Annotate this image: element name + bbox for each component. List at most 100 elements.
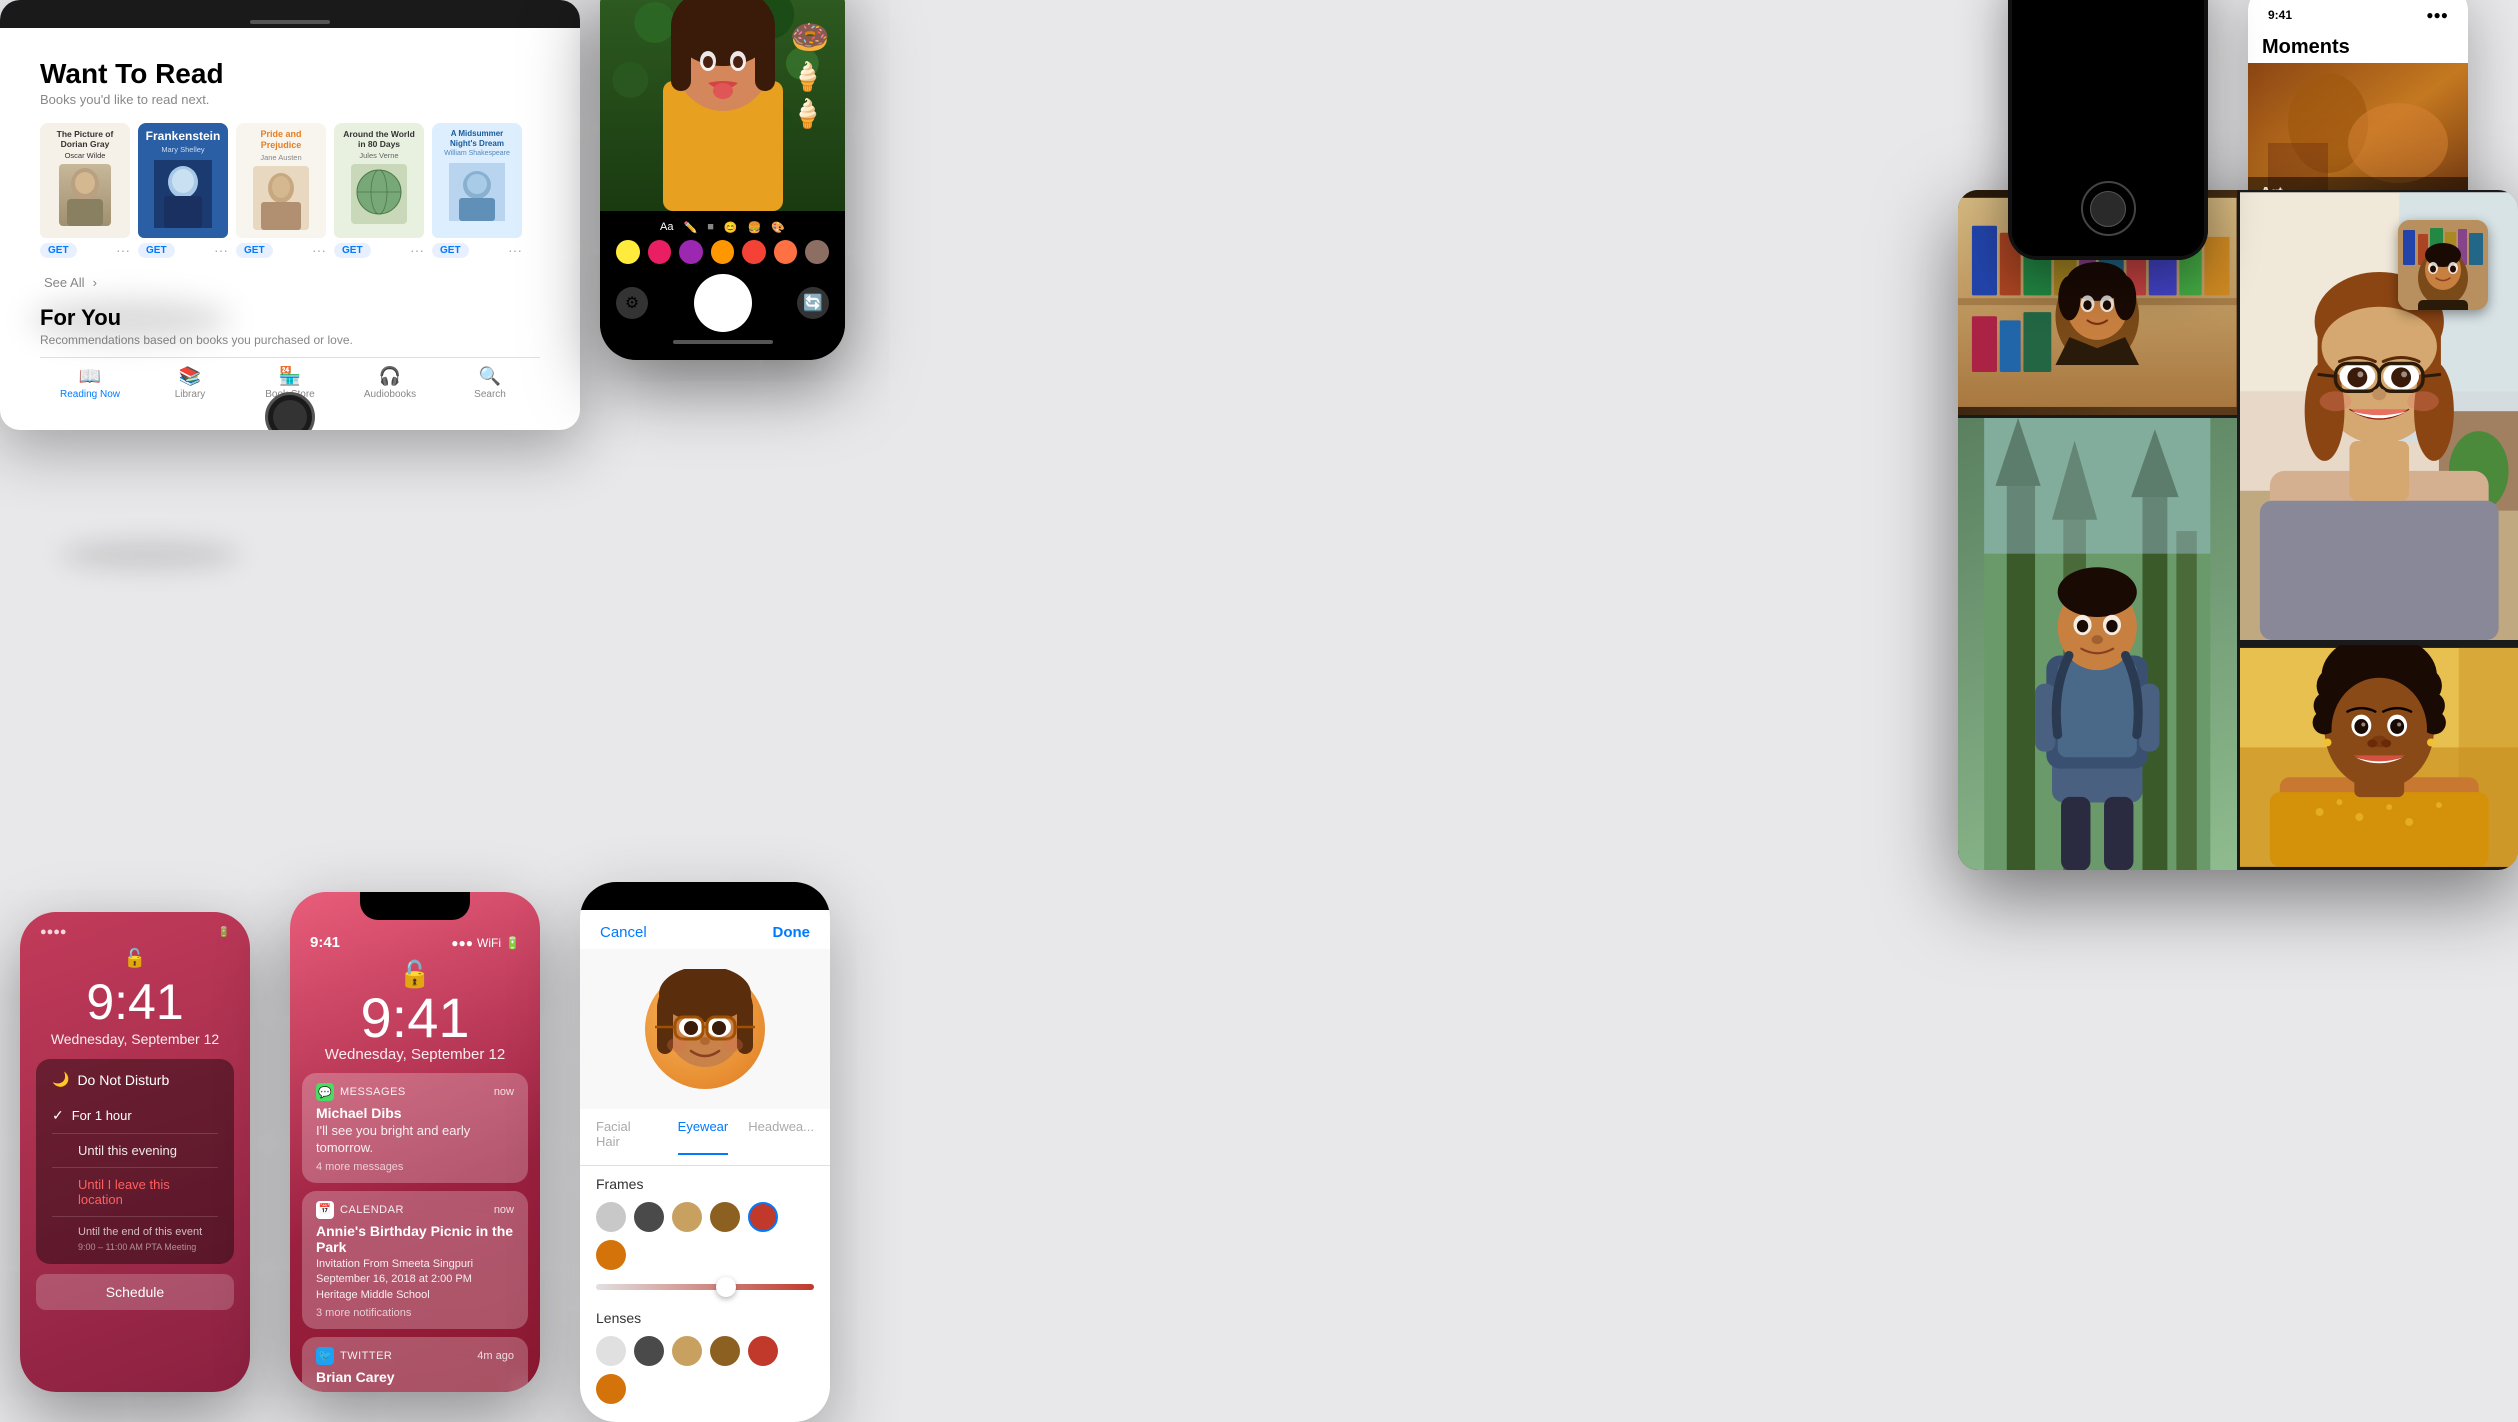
wifi-icon: WiFi: [477, 936, 501, 950]
iphone-partial-right-device: [2008, 0, 2208, 260]
notif-twitter-card[interactable]: 🐦 TWITTER 4m ago Brian Carey: [302, 1337, 528, 1392]
signal-icon: ●●●: [451, 936, 473, 950]
memoji-nav: Cancel Done: [580, 910, 830, 949]
dnd-option-leave[interactable]: Until I leave this location: [52, 1168, 218, 1217]
filter-draw[interactable]: ✏️: [684, 221, 698, 234]
filter-text[interactable]: Aa: [660, 221, 673, 234]
filter-purple[interactable]: [679, 240, 703, 264]
frame-color-silver[interactable]: [596, 1202, 626, 1232]
notif-calendar-card[interactable]: 📅 CALENDAR now Annie's Birthday Picnic i…: [302, 1191, 528, 1329]
filter-orange[interactable]: [711, 240, 735, 264]
lens-color-gold[interactable]: [672, 1336, 702, 1366]
filter-emoji[interactable]: 😊: [724, 221, 738, 234]
home-indicator: [673, 340, 773, 344]
search-icon: 🔍: [479, 366, 501, 387]
book-card-world[interactable]: Around the World in 80 Days Jules Verne …: [334, 123, 424, 262]
get-btn-2[interactable]: GET: [138, 243, 175, 258]
book-author-2: Mary Shelley: [161, 145, 204, 154]
book-card-dorian[interactable]: The Picture of Dorian Gray Oscar Wilde G…: [40, 123, 130, 262]
memoji-tab-eyewear[interactable]: Eyewear: [678, 1119, 729, 1155]
book-title-1: The Picture of Dorian Gray: [46, 129, 124, 149]
facetime-tile-4: [2240, 645, 2518, 870]
book-author-1: Oscar Wilde: [65, 151, 106, 160]
iphone-notifications-device: 9:41 ●●● WiFi 🔋 🔓 9:41 Wednesday, Septem…: [290, 892, 540, 1392]
lens-color-red[interactable]: [748, 1336, 778, 1366]
get-btn-5[interactable]: GET: [432, 243, 469, 258]
frame-color-gold[interactable]: [672, 1202, 702, 1232]
get-btn-1[interactable]: GET: [40, 243, 77, 258]
book-card-pride[interactable]: Pride andPrejudice Jane Austen GET ···: [236, 123, 326, 262]
filter-pink[interactable]: [648, 240, 672, 264]
book-author-3: Jane Austen: [260, 153, 301, 162]
more-btn-1[interactable]: ···: [116, 242, 130, 258]
lens-color-dark[interactable]: [634, 1336, 664, 1366]
lock-signal: ●●●●: [40, 926, 67, 938]
ipad-books-device: Want To Read Books you'd like to read ne…: [0, 0, 580, 430]
ipad-facetime-device: [1958, 190, 2518, 870]
facetime-tile-2: [1958, 418, 2237, 870]
sticker-icecream-2: 🍦: [790, 97, 830, 130]
lens-color-orange[interactable]: [596, 1374, 626, 1404]
home-button[interactable]: [2081, 181, 2136, 236]
notif-status-bar: 9:41 ●●● WiFi 🔋: [290, 920, 540, 951]
memoji-done-btn[interactable]: Done: [773, 924, 811, 941]
notif-messages-card[interactable]: 💬 MESSAGES now Michael Dibs I'll see you…: [302, 1073, 528, 1183]
calendar-time-ago: now: [494, 1204, 514, 1216]
book-card-frankenstein[interactable]: Frankenstein Mary Shelley GET ···: [138, 123, 228, 262]
memoji-cancel-btn[interactable]: Cancel: [600, 924, 647, 941]
lens-color-brown[interactable]: [710, 1336, 740, 1366]
calendar-notif-more: 3 more notifications: [316, 1307, 514, 1319]
filter-food[interactable]: 🍔: [748, 221, 762, 234]
memoji-slider[interactable]: [596, 1284, 814, 1290]
slider-thumb[interactable]: [716, 1277, 736, 1297]
facetime-selfview: [2398, 220, 2488, 310]
filter-art[interactable]: 🎨: [771, 221, 785, 234]
more-btn-2[interactable]: ···: [214, 242, 228, 258]
more-btn-4[interactable]: ···: [410, 242, 424, 258]
frame-color-dark[interactable]: [634, 1202, 664, 1232]
frame-color-orange[interactable]: [596, 1240, 626, 1270]
tab-search[interactable]: 🔍 Search: [440, 366, 540, 400]
memoji-tab-headwear[interactable]: Headwea...: [748, 1119, 814, 1155]
dnd-option-1hour[interactable]: ✓ For 1 hour: [52, 1098, 218, 1134]
book-title-4: Around the World in 80 Days: [340, 129, 418, 149]
camera-viewfinder: 🍩 🍦 🍦: [600, 0, 845, 211]
camera-flip-btn[interactable]: 🔄: [797, 287, 829, 319]
get-btn-4[interactable]: GET: [334, 243, 371, 258]
camera-settings-btn[interactable]: ⚙: [616, 287, 648, 319]
frame-color-red[interactable]: [748, 1202, 778, 1232]
camera-text-filters: Aa ✏️ ■ 😊 🍔 🎨: [616, 221, 829, 234]
tab-audiobooks[interactable]: 🎧 Audiobooks: [340, 366, 440, 400]
get-btn-3[interactable]: GET: [236, 243, 273, 258]
camera-shutter-btn[interactable]: [694, 274, 752, 332]
dnd-option-event[interactable]: Until the end of this event: [52, 1217, 218, 1240]
iphone-memoji-device: Cancel Done: [580, 882, 830, 1422]
memoji-notch: [650, 882, 760, 910]
camera-bottom-bar: Aa ✏️ ■ 😊 🍔 🎨 ⚙ 🔄: [600, 211, 845, 360]
schedule-button[interactable]: Schedule: [36, 1274, 234, 1310]
more-btn-5[interactable]: ···: [508, 242, 522, 258]
filter-red[interactable]: [742, 240, 766, 264]
frame-color-brown[interactable]: [710, 1202, 740, 1232]
book-author-5: William Shakespeare: [444, 150, 510, 158]
books-subtitle: Books you'd like to read next.: [40, 92, 540, 107]
more-btn-3[interactable]: ···: [312, 242, 326, 258]
messages-app-name: MESSAGES: [340, 1086, 406, 1098]
book-author-4: Jules Verne: [359, 151, 398, 160]
tab-library[interactable]: 📚 Library: [140, 366, 240, 400]
memoji-avatar: [645, 969, 765, 1089]
moments-heading: Moments: [2248, 28, 2468, 63]
filter-shape[interactable]: ■: [707, 221, 714, 234]
dnd-option-evening[interactable]: Until this evening: [52, 1134, 218, 1168]
tab-reading-now[interactable]: 📖 Reading Now: [40, 366, 140, 400]
memoji-tab-facial-hair[interactable]: Facial Hair: [596, 1119, 658, 1155]
filter-coral[interactable]: [774, 240, 798, 264]
memoji-avatar-area: [580, 949, 830, 1109]
filter-brown[interactable]: [805, 240, 829, 264]
lens-color-clear[interactable]: [596, 1336, 626, 1366]
see-all-link[interactable]: See All ›: [40, 274, 540, 291]
filter-yellow[interactable]: [616, 240, 640, 264]
memoji-frames-label: Frames: [580, 1166, 830, 1198]
book-card-midsummer[interactable]: A Midsummer Night's Dream William Shakes…: [432, 123, 522, 262]
notif-time: 9:41: [310, 934, 340, 951]
